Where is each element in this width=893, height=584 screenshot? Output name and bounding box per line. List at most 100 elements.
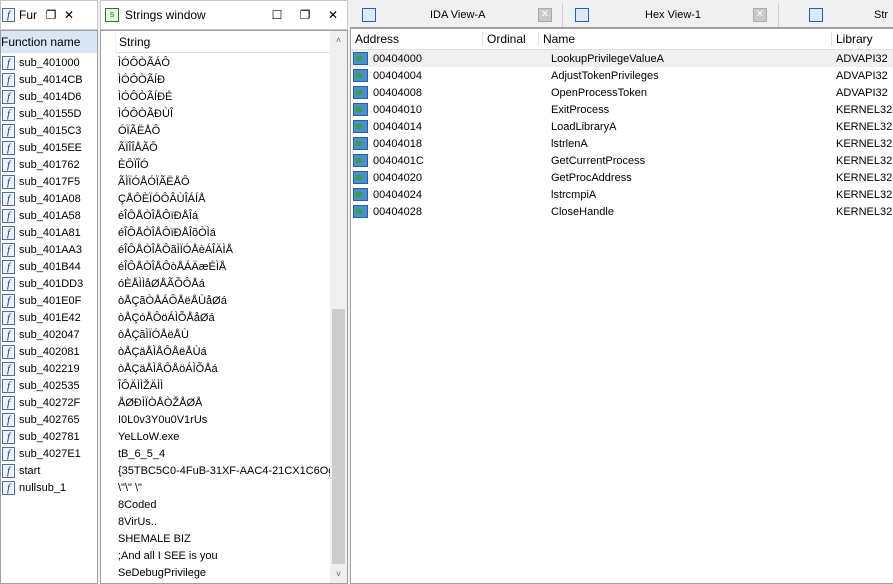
col-ordinal[interactable]: Ordinal (483, 32, 539, 46)
string-item[interactable]: òÅÇãÒÅÁÔÅëÅÙåØá (118, 292, 347, 309)
string-item[interactable]: ÌÓÔÒÃÍÐ (118, 71, 347, 88)
string-item[interactable]: ÌÓÔÒÃÁÔ (118, 54, 347, 71)
string-item[interactable]: ÃÏÎÎÅÃÔ (118, 139, 347, 156)
string-item[interactable]: ÎÔÄÌÌŽÄÌÌ (118, 377, 347, 394)
import-library: KERNEL32 (836, 188, 893, 201)
function-item[interactable]: f sub_402781 (1, 428, 97, 445)
import-row[interactable]: 00404024 lstrcmpiA KERNEL32 (351, 186, 893, 203)
function-item[interactable]: f sub_4027E1 (1, 445, 97, 462)
col-name[interactable]: Name (539, 32, 832, 46)
string-item[interactable]: 8VirUs.. (118, 513, 347, 530)
tab-strings[interactable]: Str (779, 3, 893, 27)
string-item[interactable]: ÌÓÔÒÃÍÐÉ (118, 88, 347, 105)
string-item[interactable]: òÅÇãÌÏÓÅëÅÙ (118, 326, 347, 343)
scroll-up-icon[interactable]: ˄ (330, 35, 347, 45)
string-item[interactable]: ;And all I SEE is you (118, 547, 347, 564)
string-item[interactable]: éÎÔÅÒÎÅÔïÐÅÎõÒÌá (118, 224, 347, 241)
function-label: sub_402219 (19, 362, 80, 375)
string-item[interactable]: ÅØÐÌÏÒÅÒŽÅØÅ (118, 394, 347, 411)
string-item[interactable]: tB_6_5_4 (118, 445, 347, 462)
function-name-header[interactable]: Function name (1, 31, 97, 53)
function-label: sub_401A08 (19, 192, 81, 205)
function-icon: f (2, 208, 15, 223)
function-item[interactable]: f sub_402081 (1, 343, 97, 360)
function-item[interactable]: f sub_401A08 (1, 190, 97, 207)
function-icon: f (2, 72, 15, 87)
function-item[interactable]: f sub_402535 (1, 377, 97, 394)
string-item[interactable]: YeLLoW.exe (118, 428, 347, 445)
string-item[interactable]: ÈÔÏÎÓ (118, 156, 347, 173)
string-item[interactable]: ÓÏÃËÅÔ (118, 122, 347, 139)
import-row[interactable]: 00404004 AdjustTokenPrivileges ADVAPI32 (351, 67, 893, 84)
scroll-down-icon[interactable]: ˅ (330, 569, 347, 579)
restore-icon[interactable]: ❐ (43, 8, 59, 22)
tab-close-icon[interactable]: ✕ (753, 8, 767, 22)
function-icon: f (2, 55, 15, 70)
function-label: sub_401E0F (19, 294, 82, 307)
function-item[interactable]: f sub_401762 (1, 156, 97, 173)
function-item[interactable]: f start (1, 462, 97, 479)
import-row[interactable]: 0040401C GetCurrentProcess KERNEL32 (351, 152, 893, 169)
function-item[interactable]: f sub_402219 (1, 360, 97, 377)
string-item[interactable]: éÎÔÅÒÎÅÔïÐÅÎá (118, 207, 347, 224)
function-item[interactable]: f sub_4014CB (1, 71, 97, 88)
string-item[interactable]: {35TBC5C0-4FuB-31XF-AAC4-21CX1C6Og2 (118, 462, 347, 479)
function-label: sub_4027E1 (19, 447, 81, 460)
import-row[interactable]: 00404018 lstrlenA KERNEL32 (351, 135, 893, 152)
string-item[interactable]: éÎÔÅÒÎÅÔãÌÏÓÅèÁÎÄÌÅ (118, 241, 347, 258)
string-item[interactable]: éÎÔÅÒÎÅÔòÅÁÄæÉÌÅ (118, 258, 347, 275)
col-address[interactable]: Address (351, 32, 483, 46)
function-item[interactable]: f sub_4017F5 (1, 173, 97, 190)
string-item[interactable]: SHEMALE BIZ (118, 530, 347, 547)
function-item[interactable]: f sub_401AA3 (1, 241, 97, 258)
scrollbar[interactable]: ˄ ˅ (330, 31, 347, 583)
function-icon: f (2, 293, 15, 308)
function-item[interactable]: f sub_402765 (1, 411, 97, 428)
function-item[interactable]: f sub_401A81 (1, 224, 97, 241)
maximize-icon[interactable]: ☐ (269, 8, 285, 22)
close-icon[interactable]: ✕ (325, 8, 341, 22)
import-address: 00404020 (373, 171, 422, 184)
tab-hex-view-1[interactable]: Hex View-1 ✕ (563, 3, 779, 27)
function-item[interactable]: f sub_4014D6 (1, 88, 97, 105)
import-row[interactable]: 00404020 GetProcAddress KERNEL32 (351, 169, 893, 186)
import-row[interactable]: 00404014 LoadLibraryA KERNEL32 (351, 118, 893, 135)
string-item[interactable]: óÈÅÌÌåØÅÃÕÔÅá (118, 275, 347, 292)
function-icon: f (2, 191, 15, 206)
string-item[interactable]: I0L0v3Y0u0V1rUs (118, 411, 347, 428)
function-item[interactable]: f sub_40155D (1, 105, 97, 122)
string-item[interactable]: 8Coded (118, 496, 347, 513)
string-item[interactable]: SeDebugPrivilege (118, 564, 347, 581)
function-item[interactable]: f sub_401E42 (1, 309, 97, 326)
close-icon[interactable]: ✕ (61, 8, 77, 22)
function-item[interactable]: f sub_401E0F (1, 292, 97, 309)
function-item[interactable]: f sub_401000 (1, 54, 97, 71)
string-item[interactable]: \"\" \" (118, 479, 347, 496)
function-item[interactable]: f sub_4015EE (1, 139, 97, 156)
string-item[interactable]: ÌÓÔÒÃÐÙÎ (118, 105, 347, 122)
import-row[interactable]: 00404008 OpenProcessToken ADVAPI32 (351, 84, 893, 101)
scroll-thumb[interactable] (332, 309, 345, 564)
function-item[interactable]: f nullsub_1 (1, 479, 97, 496)
hex-view-icon (575, 8, 589, 22)
tab-ida-view-a[interactable]: IDA View-A ✕ (350, 3, 563, 27)
string-item[interactable]: ÇÅÔÈÏÓÔÂÙÎÁÍÅ (118, 190, 347, 207)
string-item[interactable]: ÃÌÏÓÅÓÏÃËÅÔ (118, 173, 347, 190)
function-item[interactable]: f sub_401A58 (1, 207, 97, 224)
function-item[interactable]: f sub_402047 (1, 326, 97, 343)
tab-close-icon[interactable]: ✕ (538, 8, 552, 22)
import-row[interactable]: 00404010 ExitProcess KERNEL32 (351, 101, 893, 118)
function-item[interactable]: f sub_401DD3 (1, 275, 97, 292)
function-item[interactable]: f sub_4015C3 (1, 122, 97, 139)
string-item[interactable]: òÅÇäÅÌÅÔÅëÅÙá (118, 343, 347, 360)
string-header[interactable]: String (115, 31, 347, 53)
col-library[interactable]: Library (832, 32, 873, 46)
restore-icon[interactable]: ❐ (297, 8, 313, 22)
string-item[interactable]: òÅÇäÅÌÅÔÅöÁÌÕÅá (118, 360, 347, 377)
import-name: lstrcmpiA (551, 188, 597, 201)
import-row[interactable]: 00404000 LookupPrivilegeValueA ADVAPI32 (351, 50, 893, 67)
import-row[interactable]: 00404028 CloseHandle KERNEL32 (351, 203, 893, 220)
function-item[interactable]: f sub_401B44 (1, 258, 97, 275)
string-item[interactable]: òÅÇóÅÔöÁÌÕÅåØá (118, 309, 347, 326)
function-item[interactable]: f sub_40272F (1, 394, 97, 411)
